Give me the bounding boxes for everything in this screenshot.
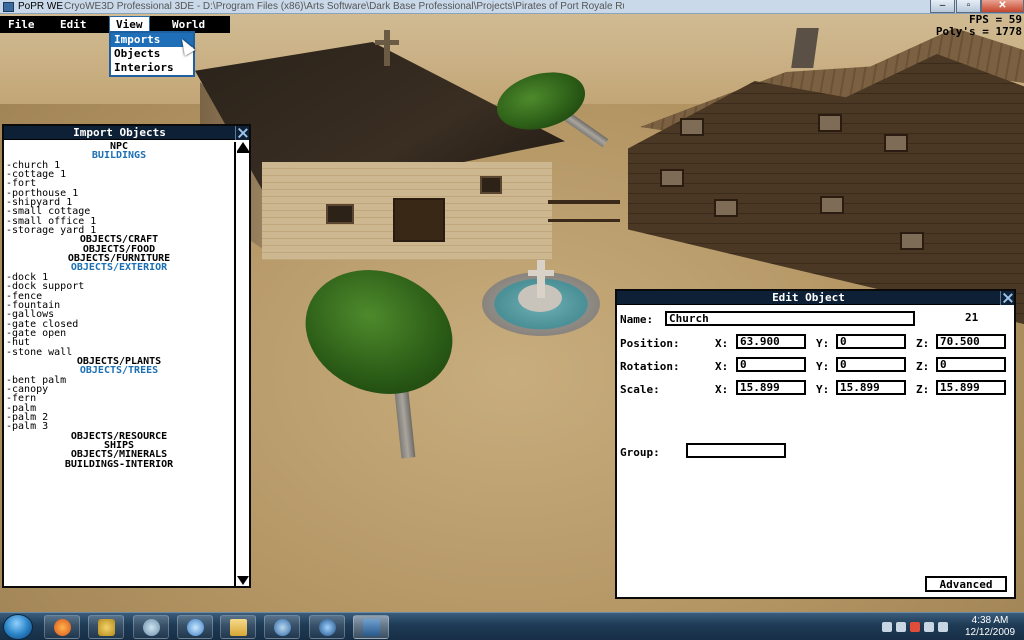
name-field[interactable] xyxy=(665,311,915,326)
taskbar-clock[interactable]: 4:38 AM 12/12/2009 xyxy=(960,615,1020,639)
tray-alert-icon[interactable] xyxy=(910,622,920,632)
position-z-label: Z: xyxy=(916,337,930,350)
scale-y-field[interactable] xyxy=(836,380,906,395)
import-list-scrollbar[interactable] xyxy=(234,142,249,586)
taskbar-globe-button[interactable] xyxy=(309,615,345,639)
position-x-label: X: xyxy=(715,337,729,350)
close-button[interactable]: ✕ xyxy=(981,0,1024,13)
app-icon xyxy=(98,619,115,636)
clock-date: 12/12/2009 xyxy=(964,627,1016,638)
menu-world[interactable]: World xyxy=(166,17,211,32)
church-window xyxy=(480,176,502,194)
maximize-button[interactable]: ▫ xyxy=(956,0,981,13)
import-panel-title: Import Objects xyxy=(4,126,235,140)
taskbar-media-button[interactable] xyxy=(264,615,300,639)
house-window xyxy=(818,114,842,132)
church-window xyxy=(326,204,354,224)
house-window xyxy=(820,196,844,214)
position-label: Position: xyxy=(620,337,680,350)
scroll-up-arrow-icon[interactable] xyxy=(237,142,249,153)
taskbar-popr-button[interactable] xyxy=(353,615,389,639)
edit-panel-title: Edit Object xyxy=(617,291,1000,305)
house-window xyxy=(884,134,908,152)
rotation-label: Rotation: xyxy=(620,360,680,373)
import-list-item[interactable]: -cottage 1 xyxy=(6,169,232,179)
scroll-down-arrow-icon[interactable] xyxy=(237,576,249,585)
firefox-icon xyxy=(54,619,71,636)
network-icon[interactable] xyxy=(924,622,934,632)
import-list-item[interactable]: -canopy xyxy=(6,384,232,394)
scale-label: Scale: xyxy=(620,383,660,396)
import-panel-close-icon[interactable] xyxy=(235,126,249,140)
taskbar-itunes-button[interactable] xyxy=(177,615,213,639)
house-window xyxy=(714,199,738,217)
house-window xyxy=(680,118,704,136)
church-cross xyxy=(375,30,399,66)
globe-icon xyxy=(319,619,336,636)
rotation-x-label: X: xyxy=(715,360,729,373)
menu-file[interactable]: File xyxy=(2,17,41,32)
import-list-item[interactable]: -gate open xyxy=(6,328,232,338)
group-field[interactable] xyxy=(686,443,786,458)
edit-panel-close-icon[interactable] xyxy=(1000,291,1014,305)
menu-edit[interactable]: Edit xyxy=(54,17,93,32)
house-window xyxy=(660,169,684,187)
position-y-field[interactable] xyxy=(836,334,906,349)
tray-icon[interactable] xyxy=(882,622,892,632)
group-label: Group: xyxy=(620,446,660,459)
tray-icon[interactable] xyxy=(896,622,906,632)
import-objects-panel: Import Objects NPC BUILDINGS -church 1 -cot… xyxy=(2,124,251,588)
stats-overlay: FPS = 59 Poly's = 1778 xyxy=(936,14,1022,38)
start-button[interactable] xyxy=(3,614,33,640)
taskbar: 4:38 AM 12/12/2009 xyxy=(0,612,1024,640)
fence[interactable] xyxy=(548,200,620,222)
advanced-button[interactable]: Advanced xyxy=(925,576,1007,592)
chain-icon xyxy=(143,619,160,636)
church-door xyxy=(393,198,445,242)
position-x-field[interactable] xyxy=(736,334,806,349)
palm-fronds[interactable] xyxy=(288,249,470,415)
import-object-list: NPC BUILDINGS -church 1 -cottage 1 -fort -por… xyxy=(6,141,232,469)
taskbar-explorer-button[interactable] xyxy=(220,615,256,639)
folder-icon xyxy=(230,619,247,636)
taskbar-firefox-button[interactable] xyxy=(44,615,80,639)
scale-x-field[interactable] xyxy=(736,380,806,395)
window-path: CryoWE3D Professional 3DE - D:\Program F… xyxy=(64,1,624,12)
scale-y-label: Y: xyxy=(816,383,830,396)
poly-count-readout: Poly's = 1778 xyxy=(935,25,1022,38)
clock-time: 4:38 AM xyxy=(971,615,1009,626)
volume-icon[interactable] xyxy=(938,622,948,632)
dropdown-item-interiors[interactable]: Interiors xyxy=(111,61,193,75)
app-icon xyxy=(3,2,14,12)
rotation-z-label: Z: xyxy=(916,360,930,373)
media-icon xyxy=(274,619,291,636)
fountain-cross xyxy=(528,260,554,298)
scale-z-label: Z: xyxy=(916,383,930,396)
rotation-y-field[interactable] xyxy=(836,357,906,372)
object-id: 21 xyxy=(965,311,979,324)
rotation-z-field[interactable] xyxy=(936,357,1006,372)
window-title: PoPR WE xyxy=(18,1,64,12)
position-z-field[interactable] xyxy=(936,334,1006,349)
scale-z-field[interactable] xyxy=(936,380,1006,395)
rotation-x-field[interactable] xyxy=(736,357,806,372)
import-category[interactable]: BUILDINGS-INTERIOR xyxy=(6,459,232,469)
name-label: Name: xyxy=(620,313,654,326)
music-icon xyxy=(187,619,204,636)
popr-app-icon xyxy=(363,619,380,636)
scale-x-label: X: xyxy=(715,383,729,396)
edit-object-panel: Edit Object Name: 21 Position: X: Y: Z: … xyxy=(615,289,1016,599)
house-window xyxy=(900,232,924,250)
import-list-item[interactable]: -fern xyxy=(6,394,232,404)
rotation-y-label: Y: xyxy=(816,360,830,373)
taskbar-chain-button[interactable] xyxy=(133,615,169,639)
position-y-label: Y: xyxy=(816,337,830,350)
window-title-bar: PoPR WE CryoWE3D Professional 3DE - D:\P… xyxy=(0,0,1024,14)
taskbar-app-button[interactable] xyxy=(88,615,124,639)
minimize-button[interactable]: – xyxy=(930,0,955,13)
